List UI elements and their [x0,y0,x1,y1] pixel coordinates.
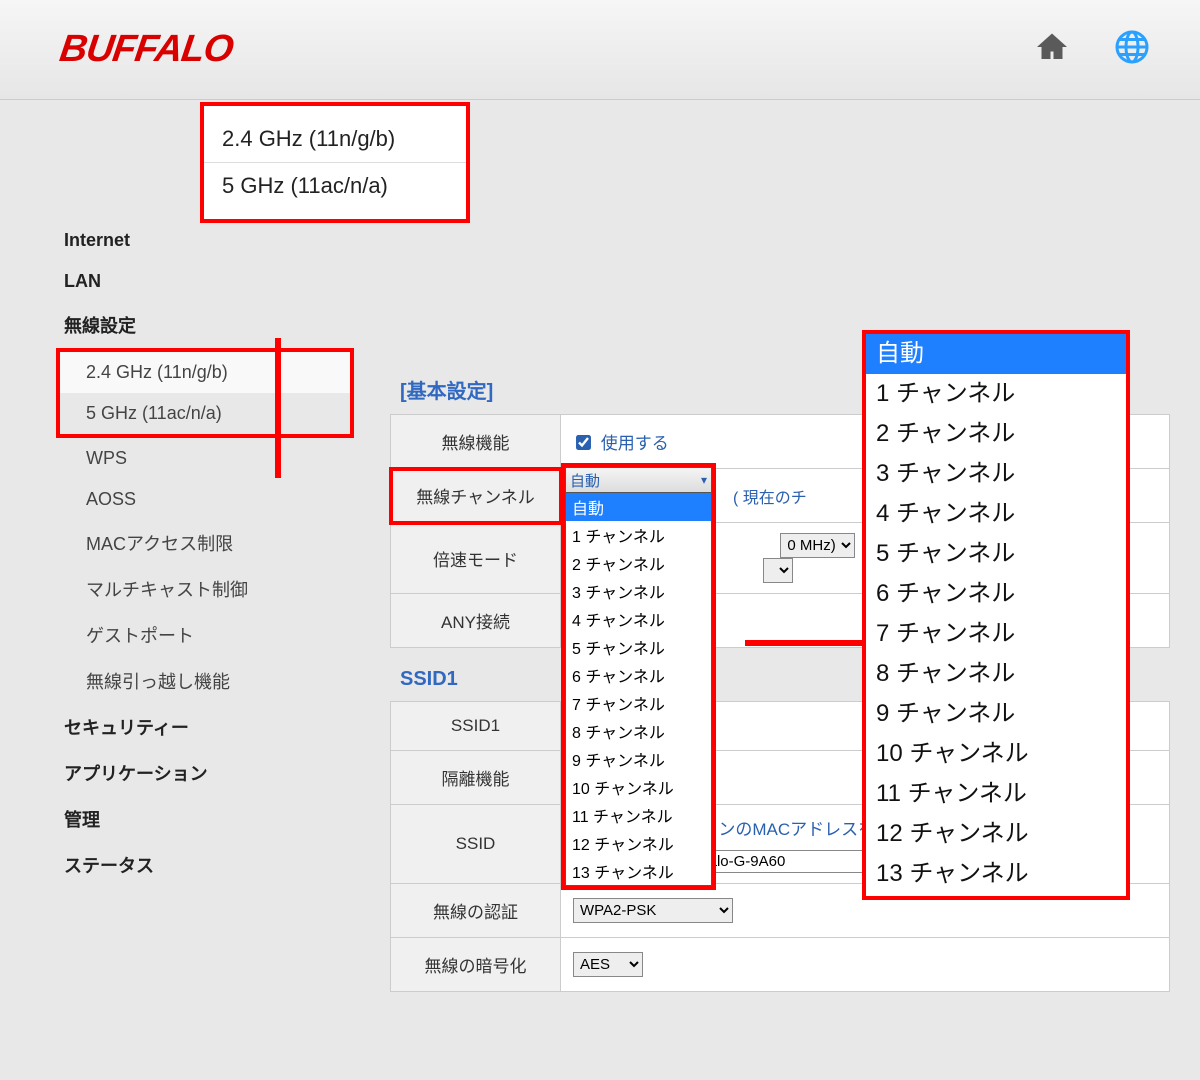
band-callout-5: 5 GHz (11ac/n/a) [204,162,466,209]
channel-annot: 3 チャンネル [866,454,1126,494]
label-encryption: 無線の暗号化 [391,938,561,992]
channel-opt[interactable]: 11 チャンネル [566,801,711,829]
channel-dropdown[interactable]: 自動 ▾ 自動 1 チャンネル 2 チャンネル 3 チャンネル 4 チャンネル … [561,463,716,890]
label-isolation: 隔離機能 [391,751,561,805]
channel-opt[interactable]: 10 チャンネル [566,773,711,801]
channel-opt[interactable]: 7 チャンネル [566,689,711,717]
globe-icon[interactable] [1114,29,1150,70]
label-wireless-func: 無線機能 [391,415,561,469]
channel-annot: 11 チャンネル [866,774,1126,814]
wireless-enable-label[interactable]: 使用する [573,434,669,453]
sidebar-sub-5ghz[interactable]: 5 GHz (11ac/n/a) [60,393,350,434]
channel-annot: 9 チャンネル [866,694,1126,734]
channel-annot: 7 チャンネル [866,614,1126,654]
sidebar-multicast[interactable]: マルチキャスト制御 [60,566,350,612]
channel-annotation-list: 自動 1 チャンネル 2 チャンネル 3 チャンネル 4 チャンネル 5 チャン… [862,330,1130,900]
sidebar-move[interactable]: 無線引っ越し機能 [60,658,350,704]
channel-annot-auto: 自動 [866,334,1126,374]
sidebar-admin[interactable]: 管理 [60,796,350,842]
auth-select[interactable]: WPA2-PSK [573,898,733,923]
sidebar-guest[interactable]: ゲストポート [60,612,350,658]
brand-logo: BUFFALO [57,28,235,71]
callout-connector [275,338,281,478]
header-icons [1034,29,1150,70]
label-wireless-channel: 無線チャンネル [391,469,561,523]
channel-opt[interactable]: 12 チャンネル [566,829,711,857]
channel-annot: 2 チャンネル [866,414,1126,454]
label-ssid1: SSID1 [391,702,561,751]
channel-opt[interactable]: 3 チャンネル [566,577,711,605]
channel-opt[interactable]: 13 チャンネル [566,857,711,885]
channel-opt[interactable]: 9 チャンネル [566,745,711,773]
sidebar-aoss[interactable]: AOSS [60,479,350,520]
sidebar-internet[interactable]: Internet [60,220,350,261]
header: BUFFALO [0,0,1200,100]
channel-annot: 12 チャンネル [866,814,1126,854]
bandwidth-select-2[interactable] [763,558,793,583]
label-auth: 無線の認証 [391,884,561,938]
channel-opt[interactable]: 4 チャンネル [566,605,711,633]
channel-opt[interactable]: 1 チャンネル [566,521,711,549]
current-channel-note: ( 現在のチ [733,490,807,507]
label-double-speed: 倍速モード [391,523,561,594]
channel-annot: 6 チャンネル [866,574,1126,614]
channel-opt[interactable]: 6 チャンネル [566,661,711,689]
channel-opt[interactable]: 5 チャンネル [566,633,711,661]
sidebar-wps[interactable]: WPS [60,438,350,479]
sidebar: Internet LAN 無線設定 2.4 GHz (11n/g/b) 5 GH… [60,220,350,888]
wireless-enable-checkbox[interactable] [576,435,591,450]
sidebar-app[interactable]: アプリケーション [60,750,350,796]
channel-select[interactable]: 自動 ▾ [565,467,712,493]
channel-opt[interactable]: 8 チャンネル [566,717,711,745]
channel-annot: 8 チャンネル [866,654,1126,694]
channel-annot: 10 チャンネル [866,734,1126,774]
label-ssid: SSID [391,805,561,884]
use-label: 使用する [601,434,669,453]
band-callout-24: 2.4 GHz (11n/g/b) [204,116,466,162]
channel-annot: 13 チャンネル [866,854,1126,894]
band-callout: 2.4 GHz (11n/g/b) 5 GHz (11ac/n/a) [200,102,470,223]
sidebar-band-highlight: 2.4 GHz (11n/g/b) 5 GHz (11ac/n/a) [56,348,354,438]
bandwidth-select[interactable]: 0 MHz) [780,533,855,558]
sidebar-lan[interactable]: LAN [60,261,350,302]
sidebar-sub-24ghz[interactable]: 2.4 GHz (11n/g/b) [60,352,350,393]
channel-annot: 1 チャンネル [866,374,1126,414]
sidebar-mac[interactable]: MACアクセス制限 [60,520,350,566]
channel-opt-auto[interactable]: 自動 [566,493,711,521]
sidebar-status[interactable]: ステータス [60,842,350,888]
encryption-select[interactable]: AES [573,952,643,977]
channel-annotation-connector [745,640,865,646]
label-any-connect: ANY接続 [391,594,561,648]
home-icon[interactable] [1034,29,1070,70]
sidebar-security[interactable]: セキュリティー [60,704,350,750]
channel-annot: 5 チャンネル [866,534,1126,574]
channel-opt[interactable]: 2 チャンネル [566,549,711,577]
channel-options[interactable]: 自動 1 チャンネル 2 チャンネル 3 チャンネル 4 チャンネル 5 チャン… [565,493,712,886]
sidebar-wireless[interactable]: 無線設定 [60,302,350,348]
chevron-down-icon: ▾ [701,473,707,487]
channel-annot: 4 チャンネル [866,494,1126,534]
channel-selected: 自動 [570,470,600,491]
